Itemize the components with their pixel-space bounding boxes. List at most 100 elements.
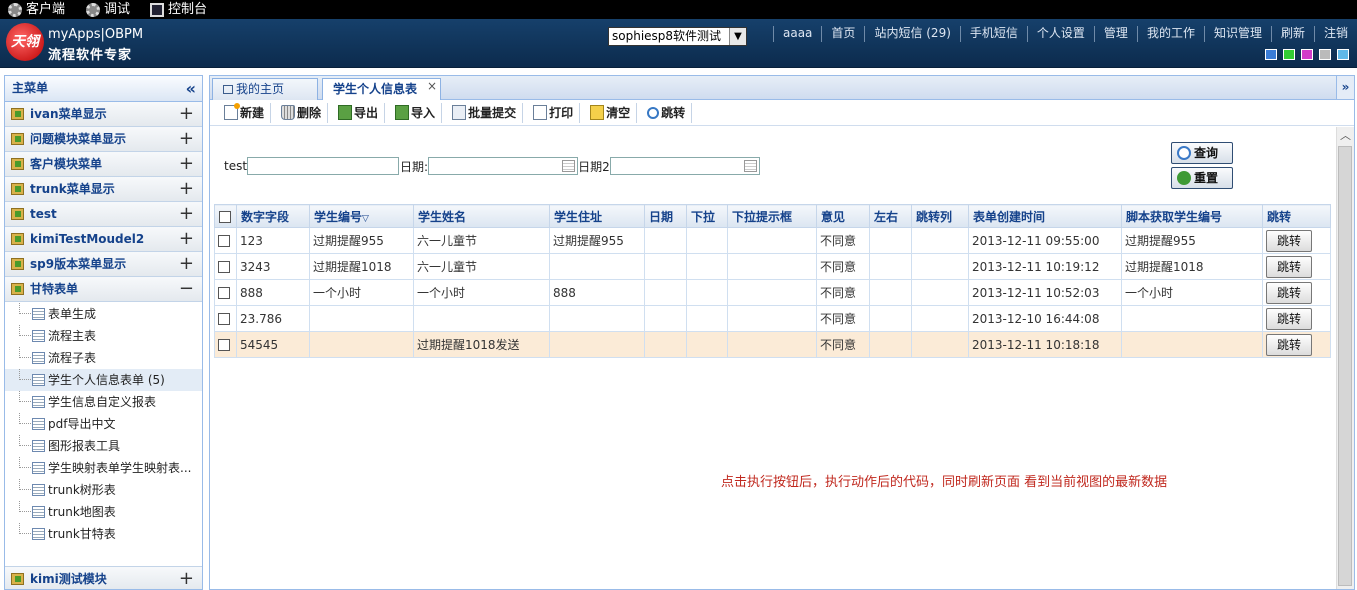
double-chevron-down-icon[interactable]: » — [1336, 76, 1354, 99]
submenu-item[interactable]: trunk树形表 — [5, 479, 202, 501]
jump-row-button[interactable]: 跳转 — [1266, 281, 1312, 304]
expand-icon[interactable]: + — [179, 177, 194, 201]
calendar-icon[interactable] — [562, 160, 576, 172]
expand-icon[interactable]: + — [179, 567, 194, 589]
table-row[interactable]: 888 一个小时 一个小时 888 不同意 2013-12-11 10:52:03 一个小时… — [214, 279, 1331, 306]
jump-row-button[interactable]: 跳转 — [1266, 333, 1312, 356]
menu-item[interactable]: kimiTestMoudel2 + — [5, 227, 202, 252]
table-row[interactable]: 54545 过期提醒1018发送 不同意 2013-12-11 10:18:18 跳转 — [214, 331, 1331, 358]
clear-button[interactable]: 清空 — [584, 102, 638, 123]
column-header[interactable]: 表单创建时间 — [968, 204, 1122, 228]
nav-logout[interactable]: 注销 — [1313, 26, 1357, 42]
column-header[interactable]: 下拉提示框 — [727, 204, 817, 228]
jump-button[interactable]: 跳转 — [641, 102, 693, 123]
workspace-select[interactable]: sophiesp8软件测试 ▼ — [608, 27, 747, 46]
query-button[interactable]: 查询 — [1171, 142, 1233, 164]
row-checkbox[interactable] — [218, 287, 230, 299]
tab-student-info[interactable]: 学生个人信息表 × — [322, 78, 441, 101]
close-icon[interactable]: × — [427, 76, 437, 96]
nav-messages[interactable]: 站内短信 (29) — [864, 26, 959, 42]
expand-icon[interactable]: + — [179, 152, 194, 176]
column-header[interactable]: 左右 — [869, 204, 912, 228]
submenu-item[interactable]: pdf导出中文 — [5, 413, 202, 435]
delete-button[interactable]: 删除 — [275, 102, 329, 123]
scroll-up-icon[interactable]: ︿ — [1337, 127, 1354, 144]
row-checkbox[interactable] — [218, 339, 230, 351]
column-header[interactable]: 学生编号▽ — [309, 204, 414, 228]
table-row[interactable]: 3243 过期提醒1018 六一儿童节 不同意 2013-12-11 10:19:12 过… — [214, 253, 1331, 280]
skin-blue[interactable] — [1265, 49, 1277, 60]
column-header[interactable]: 意见 — [816, 204, 870, 228]
date2-input[interactable] — [609, 157, 760, 175]
select-all-checkbox[interactable] — [219, 210, 231, 223]
menu-item[interactable]: 甘特表单 − — [5, 277, 202, 302]
row-checkbox[interactable] — [218, 313, 230, 325]
skin-lightblue[interactable] — [1337, 49, 1349, 60]
menu-item[interactable]: sp9版本菜单显示 + — [5, 252, 202, 277]
vertical-scrollbar[interactable]: ︿ — [1336, 127, 1354, 589]
expand-icon[interactable]: + — [179, 127, 194, 151]
double-chevron-left-icon[interactable]: « — [186, 76, 196, 101]
expand-icon[interactable]: + — [179, 252, 194, 276]
column-header[interactable]: 学生姓名 — [413, 204, 550, 228]
submenu-item[interactable]: 学生信息自定义报表 — [5, 391, 202, 413]
submenu-item[interactable]: 学生映射表单学生映射表... — [5, 457, 202, 479]
test-input[interactable] — [247, 157, 400, 175]
column-header[interactable]: 日期 — [644, 204, 687, 228]
table-row[interactable]: 123 过期提醒955 六一儿童节 过期提醒955 不同意 2013-12-11 09:5… — [214, 227, 1331, 254]
debug-link[interactable]: 调试 — [86, 1, 130, 18]
column-header[interactable]: 下拉 — [686, 204, 728, 228]
scrollbar-thumb[interactable] — [1338, 146, 1352, 586]
jump-row-button[interactable]: 跳转 — [1266, 229, 1312, 252]
column-header[interactable]: 数字字段 — [236, 204, 310, 228]
submenu-item[interactable]: 流程主表 — [5, 325, 202, 347]
submenu-item[interactable]: trunk地图表 — [5, 501, 202, 523]
column-header[interactable]: 脚本获取学生编号 — [1121, 204, 1263, 228]
batch-submit-button[interactable]: 批量提交 — [446, 102, 524, 123]
skin-green[interactable] — [1283, 49, 1295, 60]
nav-refresh[interactable]: 刷新 — [1270, 26, 1314, 42]
expand-icon[interactable]: + — [179, 202, 194, 226]
nav-admin[interactable]: 管理 — [1093, 26, 1137, 42]
nav-knowledge[interactable]: 知识管理 — [1203, 26, 1271, 42]
table-row[interactable]: 23.786 不同意 2013-12-10 16:44:08 跳转 — [214, 305, 1331, 332]
menu-item[interactable]: ivan菜单显示 + — [5, 102, 202, 127]
tab-home[interactable]: 我的主页 — [212, 78, 318, 100]
console-link[interactable]: 控制台 — [150, 1, 207, 18]
submenu-item[interactable]: trunk甘特表 — [5, 523, 202, 545]
print-button[interactable]: 打印 — [527, 102, 581, 123]
nav-my-work[interactable]: 我的工作 — [1136, 26, 1204, 42]
submenu-item[interactable]: 图形报表工具 — [5, 435, 202, 457]
column-header[interactable]: 跳转列 — [911, 204, 969, 228]
expand-icon[interactable]: + — [179, 227, 194, 251]
nav-sms[interactable]: 手机短信 — [959, 26, 1027, 42]
skin-magenta[interactable] — [1301, 49, 1313, 60]
row-checkbox[interactable] — [218, 235, 230, 247]
nav-home[interactable]: 首页 — [821, 26, 864, 42]
menu-item[interactable]: 问题模块菜单显示 + — [5, 127, 202, 152]
submenu-item[interactable]: 表单生成 — [5, 303, 202, 325]
client-link[interactable]: 客户端 — [8, 1, 65, 18]
submenu-item[interactable]: 学生个人信息表单 (5) — [5, 369, 202, 391]
menu-item[interactable]: trunk菜单显示 + — [5, 177, 202, 202]
import-button[interactable]: 导入 — [389, 102, 443, 123]
row-checkbox[interactable] — [218, 261, 230, 273]
skin-gray[interactable] — [1319, 49, 1331, 60]
export-button[interactable]: 导出 — [332, 102, 386, 123]
date-input[interactable] — [428, 157, 579, 175]
reset-button[interactable]: 重置 — [1171, 167, 1233, 189]
nav-settings[interactable]: 个人设置 — [1026, 26, 1094, 42]
new-button[interactable]: 新建 — [218, 102, 272, 123]
expand-icon[interactable]: + — [179, 102, 194, 126]
menu-item[interactable]: test + — [5, 202, 202, 227]
submenu-item[interactable]: 流程子表 — [5, 347, 202, 369]
jump-row-button[interactable]: 跳转 — [1266, 307, 1312, 330]
menu-item[interactable]: 客户模块菜单 + — [5, 152, 202, 177]
collapse-icon[interactable]: − — [179, 277, 194, 301]
column-header[interactable]: 学生住址 — [549, 204, 645, 228]
nav-user[interactable]: aaaa — [773, 26, 821, 42]
jump-row-button[interactable]: 跳转 — [1266, 255, 1312, 278]
calendar-icon[interactable] — [743, 160, 757, 172]
column-header[interactable]: 跳转 — [1262, 204, 1331, 228]
menu-kimi-test[interactable]: kimi测试模块 + — [5, 566, 202, 589]
